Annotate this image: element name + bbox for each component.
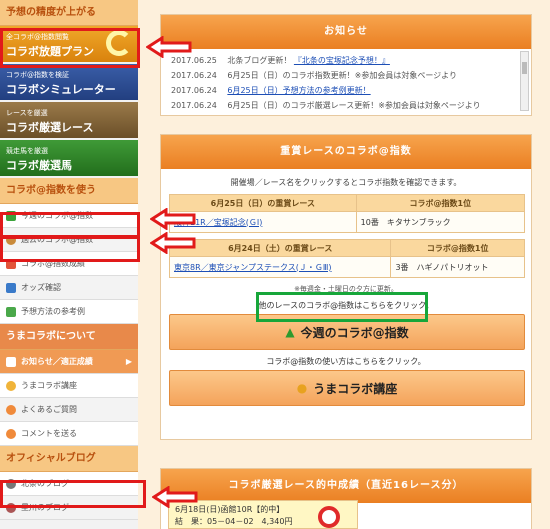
section-heading-about: うまコラボについて (0, 324, 138, 350)
table-icon (6, 282, 16, 293)
cta-caption: コラボ@指数の使い方はこちらをクリック。 (266, 357, 426, 366)
race-link[interactable]: 東京8R／東京ジャンプステークス(Ｊ・ＧⅢ) (174, 263, 332, 272)
sidebar-item-label: コメントを送る (21, 429, 77, 438)
highlight-box-past-index (0, 236, 140, 262)
sidebar-item-prediction-examples[interactable]: 予想方法の参考例 (0, 300, 138, 324)
sidebar-item-course[interactable]: うまコラボ講座 (0, 374, 138, 398)
highlight-box-collabo-plan (0, 28, 140, 68)
about-menu: お知らせ／適正成績 ▶ うまコラボ講座 よくあるご質問 コメントを送る (0, 350, 138, 446)
sidebar-item-news[interactable]: お知らせ／適正成績 ▶ (0, 350, 138, 374)
sidebar-item-label: うまコラボ講座 (21, 381, 77, 390)
news-text: 6月25日（日）のコラボ厳選レース更新！※参加会員は対象ページより (227, 101, 481, 110)
table-header: 6月25日（日）の重賞レース (169, 194, 357, 212)
news-title: お知らせ (161, 15, 531, 49)
race-table-sunday: 6月25日（日）の重賞レース コラボ@指数1位 阪神11R／宝塚記念(ＧⅠ) 1… (169, 194, 526, 233)
banner-subtitle: 競走馬を厳選 (6, 147, 48, 155)
highlight-box-hojo-blog (0, 480, 146, 508)
index-panel: 重賞レースのコラボ@指数 開催場／レース名をクリックするとコラボ指数を確認できま… (160, 134, 532, 440)
button-label: 今週のコラボ@指数 (300, 325, 409, 340)
arrow-left-icon (146, 36, 192, 58)
news-row: 2017.06.24 6月25日（日）予想方法の参考例更新！ (171, 83, 517, 98)
banner-selected-horses[interactable]: 競走馬を厳選 コラボ厳選馬 (0, 140, 138, 176)
news-list: 2017.06.25 北条ブログ更新！ 『北条の宝塚記念予想！』 2017.06… (161, 49, 531, 115)
table-header: コラボ@指数1位 (390, 239, 525, 257)
section-heading-use: コラボ@指数を使う (0, 178, 138, 204)
button-label: うまコラボ講座 (313, 381, 398, 396)
chevron-right-icon: ▶ (125, 357, 132, 366)
table-header: コラボ@指数1位 (355, 194, 526, 212)
news-link[interactable]: 6月25日（日）予想方法の参考例更新！ (227, 86, 370, 95)
horse-icon: ▲ (285, 325, 295, 339)
sidebar: 予想の精度が上がる 全コラボ@指数閲覧 コラボ放題プラン コラボ@指数を検証 コ… (0, 0, 138, 529)
banner-title: コラボ厳選馬 (6, 159, 72, 172)
banner-title: コラボ厳選レース (6, 121, 94, 134)
news-row: 2017.06.24 6月25日（日）のコラボ厳選レース更新！※参加会員は対象ペ… (171, 98, 517, 113)
news-text: 北条ブログ更新！ (227, 56, 292, 65)
index-title: 重賞レースのコラボ@指数 (161, 135, 531, 169)
news-link[interactable]: 『北条の宝塚記念予想！』 (294, 56, 390, 65)
sidebar-item-label: お知らせ／適正成績 (21, 357, 93, 366)
table-row: 東京8R／東京ジャンプステークス(Ｊ・ＧⅢ) 3番 ハギノパトリオット (168, 256, 525, 278)
news-text: 6月25日（日）のコラボ指数更新！※参加会員は対象ページより (227, 71, 458, 80)
sidebar-item-label: よくあるご質問 (21, 405, 77, 414)
question-icon (6, 404, 16, 415)
comment-icon (6, 428, 16, 439)
index-intro: 開催場／レース名をクリックするとコラボ指数を確認できます。 (230, 178, 462, 187)
section-heading-blog: オフィシャルブログ (0, 446, 138, 472)
banner-collabo-simulator[interactable]: コラボ@指数を検証 コラボシミュレーター (0, 64, 138, 100)
news-date: 2017.06.24 (171, 101, 217, 110)
sidebar-item-label: 予想方法の参考例 (21, 307, 85, 316)
arrow-left-icon (150, 208, 196, 230)
news-date: 2017.06.24 (171, 86, 217, 95)
banner-selected-races[interactable]: レースを厳選 コラボ厳選レース (0, 102, 138, 138)
highlight-box-update-note (256, 292, 428, 322)
race-table-saturday: 6月24日（土）の重賞レース コラボ@指数1位 東京8R／東京ジャンプステークス… (168, 239, 525, 278)
news-date: 2017.06.24 (171, 71, 217, 80)
section-heading-accuracy: 予想の精度が上がる (0, 0, 138, 26)
sidebar-item-faq[interactable]: よくあるご質問 (0, 398, 138, 422)
banner-title: コラボシミュレーター (6, 83, 116, 96)
news-panel: お知らせ 2017.06.25 北条ブログ更新！ 『北条の宝塚記念予想！』 20… (160, 14, 532, 116)
news-scrollbar[interactable] (520, 51, 529, 111)
rank-cell: 3番 ハギノパトリオット (390, 256, 525, 278)
sidebar-item-comment[interactable]: コメントを送る (0, 422, 138, 446)
highlight-box-this-week-index (0, 212, 140, 238)
scrollbar-thumb[interactable] (522, 62, 527, 74)
target-icon (318, 506, 340, 528)
table-row: 阪神11R／宝塚記念(ＧⅠ) 10番 キタサンブラック (169, 211, 526, 233)
banner-subtitle: レースを厳選 (6, 109, 48, 117)
course-button[interactable]: ● うまコラボ講座 (169, 370, 525, 406)
news-row: 2017.06.25 北条ブログ更新！ 『北条の宝塚記念予想！』 (171, 53, 517, 68)
arrow-left-icon (150, 232, 196, 254)
lightbulb-icon: ● (296, 381, 308, 395)
pencil-icon (6, 306, 16, 317)
sidebar-item-odds[interactable]: オッズ確認 (0, 276, 138, 300)
news-row: 2017.06.24 6月25日（日）のコラボ指数更新！※参加会員は対象ページよ… (171, 68, 517, 83)
banner-subtitle: コラボ@指数を検証 (6, 71, 69, 79)
lightbulb-icon (6, 380, 16, 391)
rank-cell: 10番 キタサンブラック (355, 211, 526, 233)
table-header: 6月24日（土）の重賞レース (168, 239, 392, 257)
results-title: コラボ厳選レース的中成績（直近16レース分） (161, 469, 531, 503)
sidebar-item-label: オッズ確認 (21, 283, 61, 292)
notice-icon (6, 356, 16, 367)
arrow-left-icon (152, 486, 198, 508)
